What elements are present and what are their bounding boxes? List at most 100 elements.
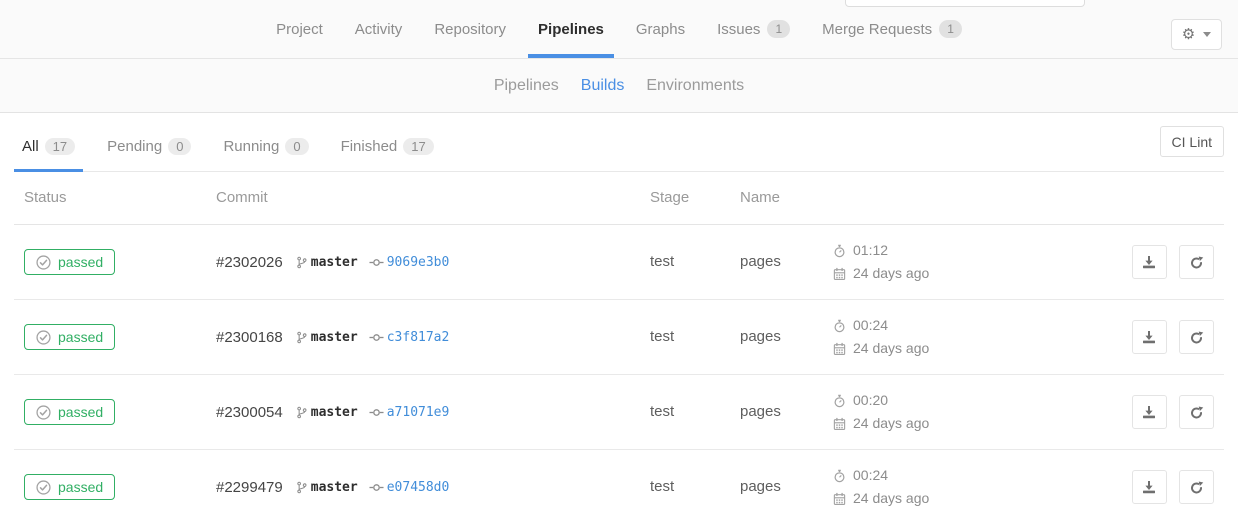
top-nav-band: Project Activity Repository Pipelines Gr… [0,0,1238,59]
build-id-link[interactable]: #2302026 [216,254,283,271]
column-header-stage: Stage [640,172,730,225]
top-nav: Project Activity Repository Pipelines Gr… [0,0,1238,58]
top-nav-item-label: Repository [434,21,506,38]
stopwatch-icon [833,394,846,408]
commit-sha-link[interactable]: c3f817a2 [387,330,450,345]
age-value: 24 days ago [853,262,929,285]
top-nav-item-label: Graphs [636,21,685,38]
calendar-icon [833,417,846,431]
calendar-icon [833,267,846,281]
build-name-link[interactable]: pages [740,403,781,420]
commit-icon [369,480,384,495]
filter-tab-count: 0 [285,138,308,155]
build-name-link[interactable]: pages [740,253,781,270]
branch-icon [296,481,307,494]
commit-sha-link[interactable]: a71071e9 [387,405,450,420]
duration-value: 00:24 [853,464,888,487]
check-circle-icon [36,480,51,495]
builds-filter-tabs: All 17 Pending 0 Running 0 Finished 17 C… [14,113,1224,172]
search-input[interactable] [845,0,1085,7]
nav-count-badge: 1 [939,20,962,38]
column-header-actions [1013,172,1224,225]
column-header-name: Name [730,172,823,225]
branch-link[interactable]: master [311,405,358,420]
filter-tab-count: 17 [403,138,433,155]
branch-link[interactable]: master [311,255,358,270]
top-nav-item[interactable]: Graphs [626,0,695,58]
branch-icon [296,406,307,419]
build-name-link[interactable]: pages [740,478,781,495]
filter-tab[interactable]: All 17 [14,126,83,172]
status-badge[interactable]: passed [24,249,115,275]
top-nav-item-label: Issues [717,21,760,38]
stopwatch-icon [833,244,846,258]
retry-build-button[interactable] [1179,245,1214,279]
retry-build-button[interactable] [1179,320,1214,354]
commit-sha-link[interactable]: e07458d0 [387,480,450,495]
status-badge[interactable]: passed [24,399,115,425]
stopwatch-icon [833,469,846,483]
filter-tab-label: Running [223,138,279,155]
check-circle-icon [36,405,51,420]
top-nav-item[interactable]: Issues 1 [707,0,800,58]
calendar-icon [833,492,846,506]
duration-value: 00:20 [853,389,888,412]
build-id-link[interactable]: #2300168 [216,329,283,346]
branch-icon [296,256,307,269]
branch-link[interactable]: master [311,480,358,495]
sub-nav-item[interactable]: Environments [646,77,744,95]
filter-tab-count: 17 [45,138,75,155]
stage-value: test [650,478,674,495]
commit-icon [369,405,384,420]
status-label: passed [58,479,103,495]
status-badge[interactable]: passed [24,324,115,350]
age-value: 24 days ago [853,412,929,435]
commit-sha-link[interactable]: 9069e3b0 [387,255,450,270]
check-circle-icon [36,255,51,270]
tabs-list: All 17 Pending 0 Running 0 Finished 17 [14,126,1224,172]
column-header-commit: Commit [206,172,640,225]
download-artifacts-button[interactable] [1132,320,1167,354]
chevron-down-icon [1203,32,1211,37]
branch-icon [296,331,307,344]
filter-tab[interactable]: Running 0 [215,126,316,172]
top-nav-item[interactable]: Merge Requests 1 [812,0,972,58]
status-badge[interactable]: passed [24,474,115,500]
duration-value: 00:24 [853,314,888,337]
filter-tab-count: 0 [168,138,191,155]
download-artifacts-button[interactable] [1132,245,1167,279]
download-artifacts-button[interactable] [1132,470,1167,504]
top-nav-item-label: Merge Requests [822,21,932,38]
top-nav-item[interactable]: Activity [345,0,413,58]
commit-icon [369,330,384,345]
check-circle-icon [36,330,51,345]
branch-link[interactable]: master [311,330,358,345]
stage-value: test [650,253,674,270]
retry-build-button[interactable] [1179,395,1214,429]
filter-tab[interactable]: Finished 17 [333,126,442,172]
column-header-status: Status [14,172,206,225]
build-row: passed #2302026 master [14,225,1224,300]
stopwatch-icon [833,319,846,333]
top-nav-item[interactable]: Repository [424,0,516,58]
build-id-link[interactable]: #2299479 [216,479,283,496]
calendar-icon [833,342,846,356]
filter-tab[interactable]: Pending 0 [99,126,199,172]
sub-nav-item[interactable]: Pipelines [494,77,559,95]
download-artifacts-button[interactable] [1132,395,1167,429]
sub-nav-item[interactable]: Builds [581,77,625,95]
retry-build-button[interactable] [1179,470,1214,504]
build-name-link[interactable]: pages [740,328,781,345]
build-row: passed #2300054 master [14,375,1224,450]
commit-icon [369,255,384,270]
settings-dropdown-button[interactable]: ⚙ [1171,19,1222,50]
filter-tab-label: Pending [107,138,162,155]
ci-lint-button[interactable]: CI Lint [1160,126,1224,157]
status-label: passed [58,254,103,270]
top-nav-item[interactable]: Pipelines [528,0,614,58]
sub-nav-band: Pipelines Builds Environments [0,59,1238,113]
top-nav-item[interactable]: Project [266,0,333,58]
build-id-link[interactable]: #2300054 [216,404,283,421]
stage-value: test [650,328,674,345]
build-row: passed #2300168 master [14,300,1224,375]
